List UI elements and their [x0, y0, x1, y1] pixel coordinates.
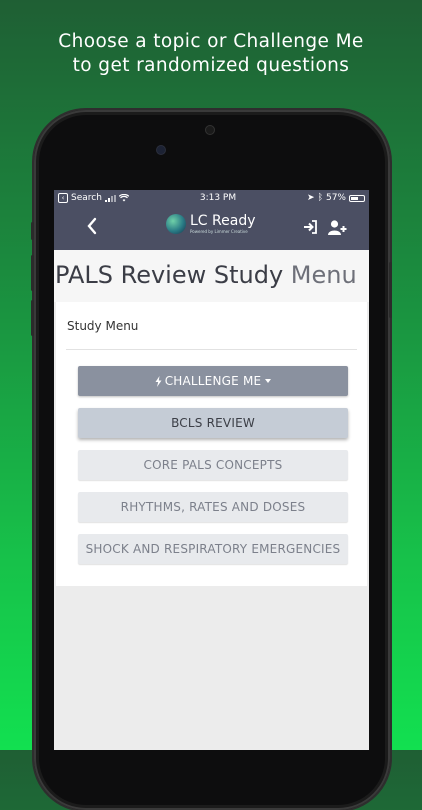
volume-down-button: [31, 300, 34, 336]
caption-line-1: Choose a topic or Challenge Me: [58, 31, 364, 52]
location-icon: ➤: [307, 193, 315, 203]
topic-shock-respiratory-button[interactable]: SHOCK AND RESPIRATORY EMERGENCIES: [78, 534, 348, 564]
status-bar: ‹ Search 3:13 PM ➤ ᛒ 57%: [54, 190, 369, 206]
back-to-app-icon[interactable]: ‹: [58, 193, 68, 203]
logo-text: LC Ready: [190, 213, 256, 229]
mute-switch: [31, 222, 34, 240]
logo-globe-icon: [166, 214, 186, 234]
divider: [66, 349, 357, 350]
chevron-left-icon[interactable]: [86, 216, 98, 240]
phone-screen: ‹ Search 3:13 PM ➤ ᛒ 57% LC Ready Powere…: [54, 190, 369, 750]
signal-icon: [104, 194, 116, 202]
bluetooth-icon: ᛒ: [317, 193, 323, 203]
challenge-me-label: CHALLENGE ME: [164, 374, 262, 388]
page-title-main: PALS Review Study: [55, 261, 284, 289]
clock: 3:13 PM: [199, 193, 237, 203]
speaker: [206, 126, 214, 134]
lc-ready-logo: LC Ready Powered by Limmer Creative: [166, 214, 256, 234]
back-app-label[interactable]: Search: [71, 193, 102, 203]
caption-line-2: to get randomized questions: [72, 55, 350, 76]
page-title-tail: Menu: [290, 261, 357, 289]
topic-core-pals-concepts-button[interactable]: CORE PALS CONCEPTS: [78, 450, 348, 480]
caret-down-icon: [265, 379, 272, 383]
topic-bcls-review-button[interactable]: BCLS REVIEW: [78, 408, 348, 438]
lightning-icon: [155, 375, 162, 387]
topic-label: BCLS REVIEW: [171, 416, 255, 430]
section-label: Study Menu: [67, 319, 139, 333]
promo-caption: Choose a topic or Challenge Me to get ra…: [0, 30, 422, 78]
topic-label: SHOCK AND RESPIRATORY EMERGENCIES: [85, 542, 341, 556]
front-camera: [157, 146, 165, 154]
page-header: PALS Review Study Menu: [54, 250, 369, 302]
add-user-icon[interactable]: [328, 220, 347, 235]
nav-bar: LC Ready Powered by Limmer Creative: [54, 206, 369, 250]
empty-area: [54, 602, 369, 750]
logo-subtext: Powered by Limmer Creative: [190, 229, 248, 234]
topic-rhythms-rates-doses-button[interactable]: RHYTHMS, RATES AND DOSES: [78, 492, 348, 522]
study-menu-panel: Study Menu CHALLENGE ME BCLS REVIEW CORE…: [56, 302, 367, 586]
volume-up-button: [31, 255, 34, 291]
topic-label: RHYTHMS, RATES AND DOSES: [120, 500, 306, 514]
battery-percent: 57%: [325, 193, 346, 203]
challenge-me-button[interactable]: CHALLENGE ME: [78, 366, 348, 396]
power-button: [389, 262, 392, 318]
wifi-icon: [118, 194, 129, 202]
topic-label: CORE PALS CONCEPTS: [143, 458, 283, 472]
battery-icon: [349, 194, 365, 202]
page-title: PALS Review Study Menu: [55, 261, 357, 289]
sign-in-icon[interactable]: [303, 220, 318, 234]
